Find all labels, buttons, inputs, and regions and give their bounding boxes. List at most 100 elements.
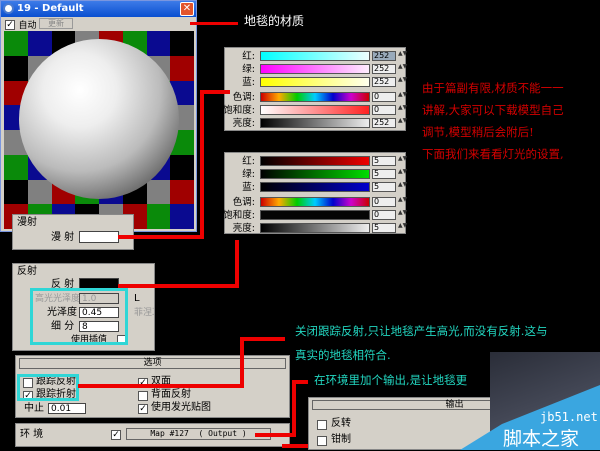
note-cyan-line: 在环境里加个输出,是让地毯更 xyxy=(314,373,468,387)
checker-cell xyxy=(4,31,28,56)
note-line: 下面我们来看看灯光的设置, xyxy=(422,147,564,161)
red-label: 红: xyxy=(242,156,255,167)
note-red: 由于篇副有限,材质不能一一 讲解,大家可以下载模型自己 调节,模型稍后会附后! … xyxy=(422,77,564,165)
red-slider[interactable] xyxy=(260,156,370,166)
diffuse-color-swatch[interactable] xyxy=(79,231,119,243)
clamp-checkbox[interactable] xyxy=(317,436,327,446)
spinner[interactable]: ▲▼ xyxy=(398,156,407,166)
spinner[interactable]: ▲▼ xyxy=(398,77,407,87)
spinner[interactable]: ▲▼ xyxy=(398,182,407,192)
use-glow-label: 使用发光贴图 xyxy=(151,402,211,413)
update-button[interactable]: 更新 xyxy=(39,18,73,29)
spinner[interactable]: ▲▼ xyxy=(398,105,407,115)
spinner[interactable]: ▲▼ xyxy=(398,118,407,128)
clamp-label: 钳制 xyxy=(331,434,351,445)
window-titlebar[interactable]: 19 - Default ✕ xyxy=(1,1,196,17)
material-editor-window: 19 - Default ✕ ✓ 自动 更新 xyxy=(0,0,197,232)
connector-line xyxy=(78,384,243,388)
checker-cell xyxy=(4,154,28,180)
invert-checkbox[interactable] xyxy=(317,420,327,430)
connector-line xyxy=(292,380,296,437)
green-slider[interactable] xyxy=(260,169,370,179)
material-preview-sphere xyxy=(19,39,179,199)
blue-slider[interactable] xyxy=(260,77,370,87)
spinner[interactable]: ▲▼ xyxy=(398,92,407,102)
green-value[interactable]: 5 xyxy=(372,169,396,179)
hue-slider[interactable] xyxy=(260,197,370,207)
spinner[interactable]: ▲▼ xyxy=(398,197,407,207)
value-slider[interactable] xyxy=(260,223,370,233)
hue-value[interactable]: 0 xyxy=(372,92,396,102)
lock-button[interactable]: L xyxy=(134,293,140,305)
back-reflect-label: 背面反射 xyxy=(151,389,191,400)
green-value[interactable]: 252 xyxy=(372,64,396,74)
blue-value[interactable]: 252 xyxy=(372,77,396,87)
diffuse-panel: 漫射 漫 射 xyxy=(12,214,134,250)
toolbar: ✓ 自动 更新 xyxy=(1,17,196,31)
saturation-slider[interactable] xyxy=(260,210,370,220)
options-title: 选项 xyxy=(143,358,162,368)
value-slider[interactable] xyxy=(260,118,370,128)
hue-slider[interactable] xyxy=(260,92,370,102)
output-title: 输出 xyxy=(445,400,464,410)
saturation-value[interactable]: 0 xyxy=(372,105,396,115)
note-line: 调节,模型稍后会附后! xyxy=(422,125,534,139)
color-picker-panel-2: 红: 5 ▲▼ 绿: 5 ▲▼ 蓝: 5 ▲▼ 色调: 0 ▲▼ 饱和度: 0 ▲▼ 亮度: 5 ▲▼ xyxy=(223,152,407,234)
green-slider[interactable] xyxy=(260,64,370,74)
checker-cell xyxy=(27,31,52,56)
cutoff-input[interactable]: 0.01 xyxy=(48,403,86,414)
saturation-value[interactable]: 0 xyxy=(372,210,396,220)
fresnel-label: 菲涅耳 xyxy=(134,308,154,318)
connector-line xyxy=(255,433,295,437)
blue-label: 蓝: xyxy=(242,182,255,193)
spinner[interactable]: ▲▼ xyxy=(398,51,407,61)
connector-line xyxy=(240,337,285,341)
reflect-group-label: 反射 xyxy=(17,266,37,277)
auto-label: 自动 xyxy=(18,21,37,31)
green-label: 绿: xyxy=(242,169,255,180)
value-label: 亮度: xyxy=(232,223,255,234)
checker-cell xyxy=(146,31,171,56)
note-line: 讲解,大家可以下载模型自己 xyxy=(422,103,564,117)
note-cyan-line: 真实的地毯相符合. xyxy=(295,348,391,362)
environment-map-button[interactable]: Map #127 ( Output ) xyxy=(126,428,271,440)
spinner[interactable]: ▲▼ xyxy=(398,223,407,233)
checker-cell xyxy=(27,179,52,205)
red-label: 红: xyxy=(242,51,255,62)
back-reflect-checkbox[interactable] xyxy=(138,391,148,401)
highlight-box xyxy=(17,374,79,401)
auto-checkbox[interactable]: ✓ 自动 xyxy=(5,18,37,31)
connector-line xyxy=(292,380,308,384)
checker-cell xyxy=(170,204,194,229)
blue-label: 蓝: xyxy=(242,77,255,88)
spinner[interactable]: ▲▼ xyxy=(398,210,407,220)
connector-line xyxy=(240,337,244,388)
saturation-label: 饱和度: xyxy=(223,105,255,116)
spinner[interactable]: ▲▼ xyxy=(398,169,407,179)
hue-value[interactable]: 0 xyxy=(372,197,396,207)
blue-slider[interactable] xyxy=(260,182,370,192)
value-value[interactable]: 252 xyxy=(372,118,396,128)
red-value[interactable]: 252 xyxy=(372,51,396,61)
connector-line xyxy=(200,90,204,239)
value-label: 亮度: xyxy=(232,118,255,129)
spinner[interactable]: ▲▼ xyxy=(398,64,407,74)
close-button[interactable]: ✕ xyxy=(180,2,194,16)
connector-line xyxy=(190,22,238,25)
saturation-label: 饱和度: xyxy=(223,210,255,221)
environment-panel: 环 境 ✓ Map #127 ( Output ) xyxy=(15,423,290,447)
use-glow-checkbox[interactable]: ✓ xyxy=(138,404,148,414)
note-cyan-line: 关闭跟踪反射,只让地毯产生高光,而没有反射.这与 xyxy=(295,324,548,338)
checker-cell xyxy=(170,154,194,180)
blue-value[interactable]: 5 xyxy=(372,182,396,192)
checker-cell xyxy=(146,204,171,229)
diffuse-group-label: 漫射 xyxy=(17,217,37,228)
connector-line xyxy=(118,235,203,239)
options-rollout-header[interactable]: 选项 xyxy=(19,358,286,369)
value-value[interactable]: 5 xyxy=(372,223,396,233)
red-value[interactable]: 5 xyxy=(372,156,396,166)
environment-checkbox[interactable]: ✓ xyxy=(111,430,121,440)
red-slider[interactable] xyxy=(260,51,370,61)
saturation-slider[interactable] xyxy=(260,105,370,115)
checker-cell xyxy=(4,179,28,205)
